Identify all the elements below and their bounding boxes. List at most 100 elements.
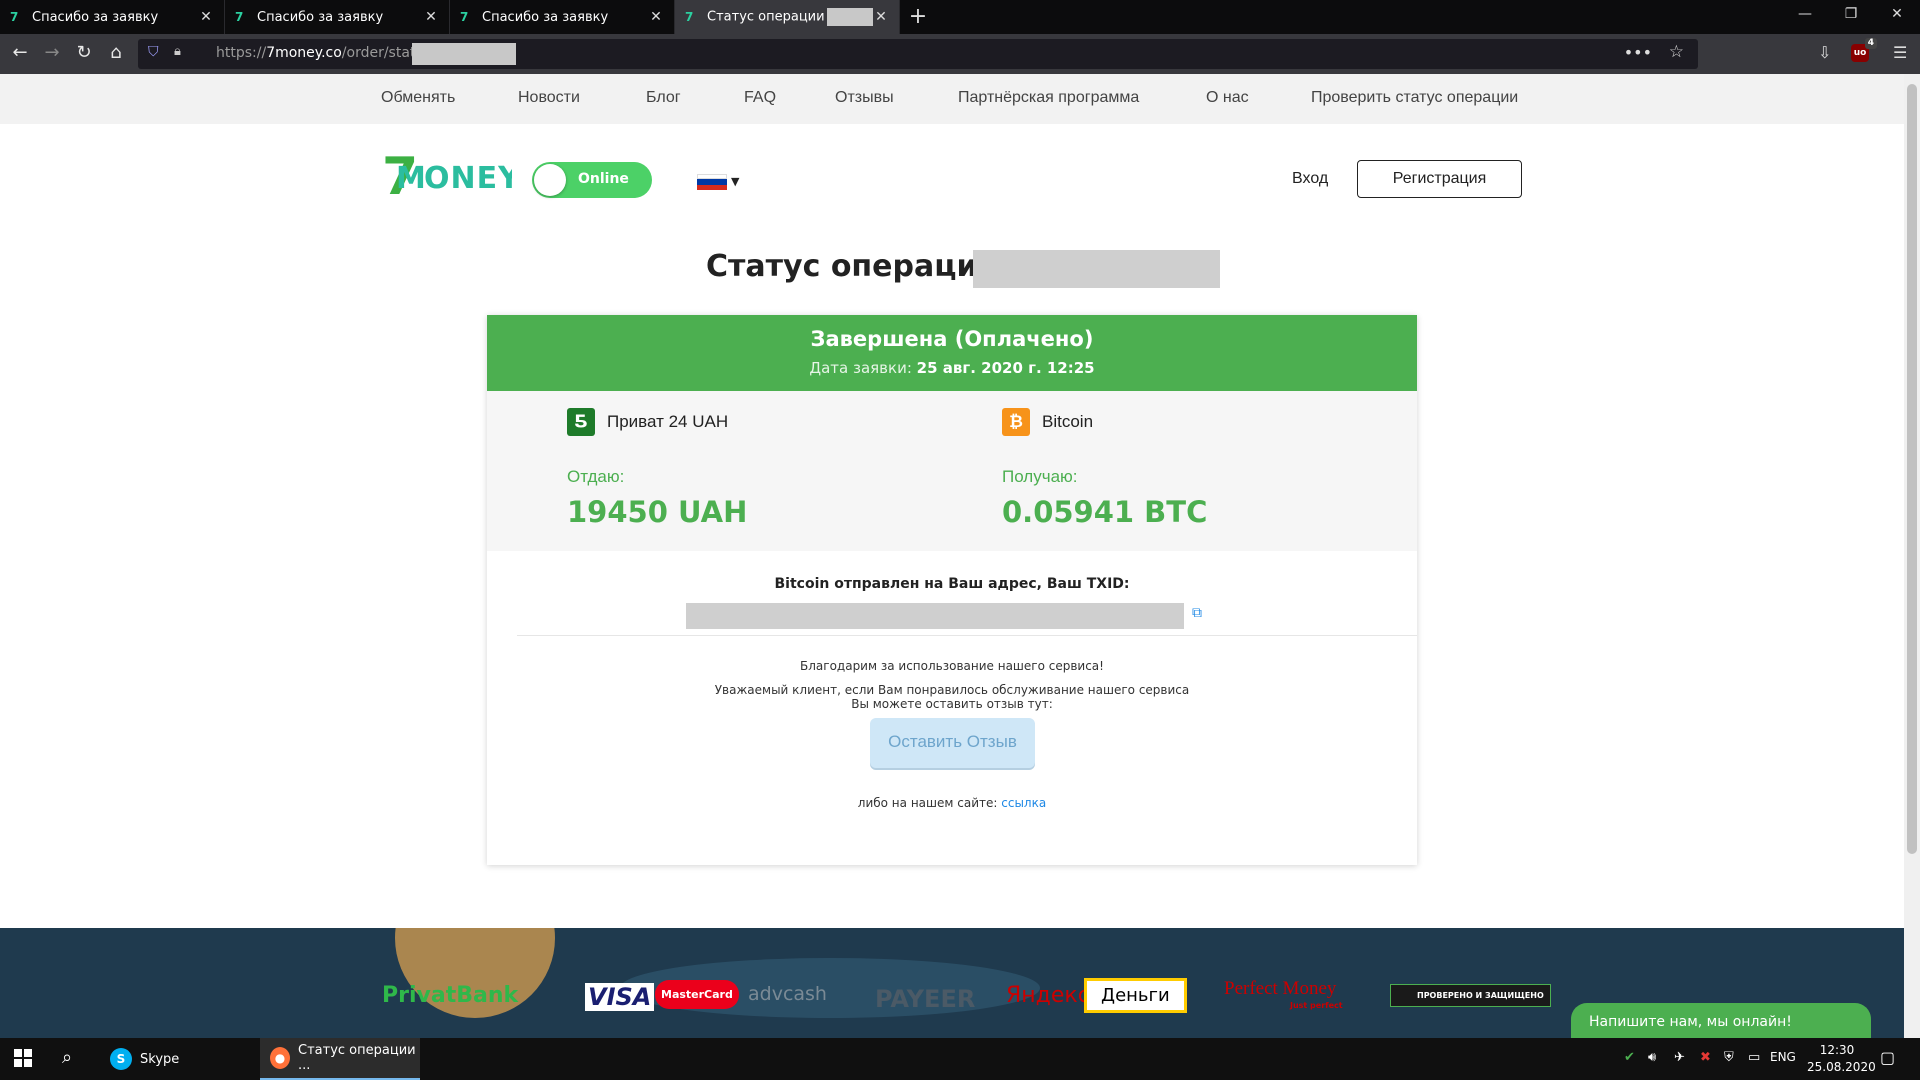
operation-status: Завершена (Оплачено) bbox=[810, 327, 1094, 351]
minimize-icon[interactable]: — bbox=[1790, 6, 1820, 22]
web-page: Обменять Новости Блог FAQ Отзывы Партнёр… bbox=[0, 74, 1904, 1038]
site-logo[interactable]: 7 M ONEY bbox=[382, 142, 512, 214]
language-indicator[interactable]: ENG bbox=[1770, 1050, 1796, 1064]
redacted-order-id bbox=[973, 250, 1220, 288]
network-icon[interactable]: ▭ bbox=[1748, 1050, 1760, 1065]
order-date-value: 25 авг. 2020 г. 12:25 bbox=[916, 359, 1095, 377]
browser-tab-4-active[interactable]: 7 Статус операции ✕ bbox=[675, 0, 900, 34]
search-icon[interactable]: ⌕ bbox=[62, 1047, 72, 1068]
menu-item-news[interactable]: Новости bbox=[518, 89, 580, 107]
page-scrollbar[interactable] bbox=[1904, 74, 1920, 1038]
home-icon[interactable]: ⌂ bbox=[104, 42, 128, 63]
register-button[interactable]: Регистрация bbox=[1357, 160, 1522, 198]
menu-item-exchange[interactable]: Обменять bbox=[381, 89, 455, 107]
restore-icon[interactable]: ❐ bbox=[1836, 6, 1866, 22]
system-clock[interactable]: 12:30 25.08.2020 bbox=[1807, 1042, 1876, 1076]
reload-icon[interactable]: ↻ bbox=[72, 42, 96, 63]
operation-status-card: Завершена (Оплачено) Дата заявки: 25 авг… bbox=[487, 315, 1417, 865]
close-icon[interactable]: ✕ bbox=[198, 9, 214, 25]
review-hint: Вы можете оставить отзыв тут: bbox=[851, 697, 1053, 711]
browser-tab-1[interactable]: 7 Спасибо за заявку ✕ bbox=[0, 0, 225, 34]
browser-tab-2[interactable]: 7 Спасибо за заявку ✕ bbox=[225, 0, 450, 34]
shield-tray-icon[interactable]: ⛨ bbox=[1724, 1050, 1734, 1065]
order-date: Дата заявки: 25 авг. 2020 г. 12:25 bbox=[487, 359, 1417, 377]
bitcoin-icon: ₿ bbox=[1002, 408, 1030, 436]
volume-icon[interactable]: 🔊︎ bbox=[1648, 1050, 1656, 1065]
close-icon[interactable]: ✕ bbox=[873, 9, 889, 25]
lock-icon[interactable]: 🔒︎ bbox=[174, 44, 181, 59]
forward-icon[interactable]: → bbox=[40, 42, 64, 63]
menu-item-reviews[interactable]: Отзывы bbox=[835, 89, 894, 107]
page-title: Статус операции bbox=[706, 249, 999, 284]
scrollbar-thumb[interactable] bbox=[1907, 84, 1917, 854]
perfect-money-logo: Perfect Money bbox=[1224, 978, 1337, 999]
yandex-logo: Яндекс bbox=[1006, 983, 1090, 1008]
tab-title-text: Статус операции bbox=[707, 9, 825, 25]
menu-item-about[interactable]: О нас bbox=[1206, 89, 1249, 107]
taskbar-app-firefox[interactable]: ● Статус операции ... bbox=[260, 1038, 420, 1080]
redacted-txid bbox=[686, 603, 1184, 629]
advcash-logo: advcash bbox=[748, 983, 827, 1005]
url-scheme: https:// bbox=[216, 45, 267, 61]
menu-hamburger-icon[interactable]: ☰ bbox=[1893, 43, 1907, 62]
close-icon[interactable]: ✕ bbox=[648, 9, 664, 25]
taskbar-app-label: Статус операции ... bbox=[298, 1043, 416, 1073]
url-text[interactable]: https://7money.co/order/status bbox=[216, 45, 432, 61]
ublock-extension-icon[interactable]: uo 4 bbox=[1851, 38, 1877, 62]
windows-start-icon[interactable] bbox=[14, 1049, 32, 1067]
login-link[interactable]: Вход bbox=[1292, 170, 1328, 188]
receive-label: Получаю: bbox=[1002, 467, 1078, 486]
site-favicon-icon: 7 bbox=[460, 10, 469, 24]
browser-tab-bar: 7 Спасибо за заявку ✕ 7 Спасибо за заявк… bbox=[0, 0, 1920, 34]
airplane-icon[interactable]: ✈ bbox=[1674, 1050, 1685, 1065]
library-icon[interactable]: ⇩ bbox=[1818, 43, 1831, 62]
redacted-block bbox=[412, 43, 516, 65]
menu-item-blog[interactable]: Блог bbox=[646, 89, 681, 107]
bookmark-star-icon[interactable]: ☆ bbox=[1669, 42, 1684, 62]
menu-item-check-status[interactable]: Проверить статус операции bbox=[1311, 89, 1518, 107]
page-actions-icon[interactable]: ••• bbox=[1624, 43, 1652, 62]
perfect-money-slogan: Just perfect bbox=[1290, 1001, 1343, 1010]
verified-badge: ПРОВЕРЕНО И ЗАЩИЩЕНО bbox=[1390, 984, 1551, 1007]
address-bar[interactable]: ⛉ 🔒︎ https://7money.co/order/status ••• … bbox=[138, 39, 1698, 69]
online-toggle[interactable]: Online bbox=[532, 162, 652, 198]
tab-title: Спасибо за заявку bbox=[257, 9, 384, 25]
taskbar-app-skype[interactable]: S Skype bbox=[100, 1038, 256, 1080]
receive-amount: 0.05941 BTC bbox=[1002, 495, 1208, 529]
language-dropdown-caret-icon[interactable]: ▼ bbox=[731, 175, 739, 188]
copy-icon[interactable]: ⧉ bbox=[1192, 605, 1202, 621]
browser-tab-3[interactable]: 7 Спасибо за заявку ✕ bbox=[450, 0, 675, 34]
russian-flag-icon[interactable] bbox=[697, 174, 727, 190]
windows-taskbar: ⌕ S Skype ● Статус операции ... ✔ 🔊︎ ✈ ✖… bbox=[0, 1038, 1920, 1080]
privatbank-logo: PrivatBank bbox=[382, 983, 519, 1008]
site-favicon-icon: 7 bbox=[10, 10, 19, 24]
antivirus-tray-icon[interactable]: ✖ bbox=[1700, 1050, 1711, 1065]
tab-title: Спасибо за заявку bbox=[482, 9, 609, 25]
url-host: 7money.co bbox=[266, 45, 342, 61]
skype-icon: S bbox=[110, 1048, 132, 1070]
give-amount: 19450 UAH bbox=[567, 495, 748, 529]
clock-date: 25.08.2020 bbox=[1807, 1060, 1876, 1074]
privat24-icon: Ƽ bbox=[567, 408, 595, 436]
give-currency: Ƽ Приват 24 UAH bbox=[567, 408, 728, 436]
order-date-label: Дата заявки: bbox=[809, 359, 912, 377]
tracking-shield-icon[interactable]: ⛉ bbox=[148, 44, 159, 60]
menu-item-faq[interactable]: FAQ bbox=[744, 89, 776, 107]
yandex-money-logo: Деньги bbox=[1084, 978, 1187, 1013]
site-review-prefix: либо на нашем сайте: bbox=[857, 796, 998, 810]
notifications-icon[interactable]: ▢ bbox=[1880, 1048, 1895, 1067]
close-icon[interactable]: ✕ bbox=[423, 9, 439, 25]
leave-review-button[interactable]: Оставить Отзыв bbox=[870, 718, 1035, 768]
new-tab-icon[interactable]: + bbox=[905, 4, 931, 29]
tab-title: Спасибо за заявку bbox=[32, 9, 159, 25]
receive-currency: ₿ Bitcoin bbox=[1002, 408, 1093, 436]
dear-client-message: Уважаемый клиент, если Вам понравилось о… bbox=[714, 683, 1190, 697]
txid-label: Bitcoin отправлен на Ваш адрес, Ваш TXID… bbox=[774, 576, 1130, 592]
window-close-icon[interactable]: ✕ bbox=[1882, 6, 1912, 22]
menu-item-partners[interactable]: Партнёрская программа bbox=[958, 89, 1139, 107]
site-review-link[interactable]: ссылка bbox=[1001, 796, 1046, 810]
chat-widget[interactable]: Напишите нам, мы онлайн! bbox=[1571, 1003, 1871, 1041]
security-tray-icon[interactable]: ✔ bbox=[1624, 1050, 1635, 1065]
back-icon[interactable]: ← bbox=[8, 42, 32, 63]
redacted-block bbox=[826, 8, 873, 26]
